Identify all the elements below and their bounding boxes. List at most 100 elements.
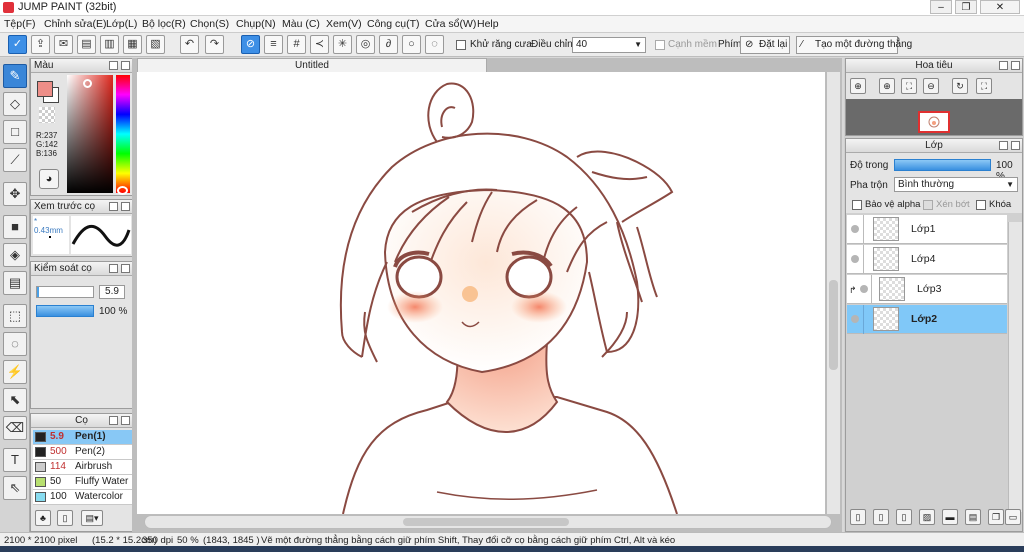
operation-tool-icon[interactable]: ⇖ [3, 476, 27, 500]
maximize-button[interactable]: ❐ [955, 0, 977, 14]
layer-item-3[interactable]: ↱ Lớp3 [847, 275, 1007, 304]
reset-view-icon[interactable]: ⛶ [976, 78, 992, 94]
hue-slider[interactable] [116, 75, 130, 193]
panel-float-icon[interactable] [109, 264, 118, 273]
comment-icon[interactable]: ✉ [54, 35, 73, 54]
undo-icon[interactable]: ↶ [180, 35, 199, 54]
gradient-tool-icon[interactable]: ▤ [3, 271, 27, 295]
move-tool-icon[interactable]: ✥ [3, 182, 27, 206]
rotate-icon[interactable]: ↻ [952, 78, 968, 94]
vertical-scrollbar[interactable] [826, 72, 840, 514]
new-vector-layer-icon[interactable]: ▯ [873, 509, 889, 525]
select-lasso-icon[interactable]: ◌ [3, 332, 27, 356]
eye-icon[interactable] [851, 315, 859, 323]
brush-item-pen1[interactable]: 5.9 Pen(1) [33, 430, 148, 445]
snap-parallel-icon[interactable]: ≡ [264, 35, 283, 54]
blend-select[interactable]: Bình thường ▼ [894, 177, 1018, 192]
snap-perspective-icon[interactable]: ≺ [310, 35, 329, 54]
shape-tool-icon[interactable]: □ [3, 120, 27, 144]
menu-window[interactable]: Cửa sổ(W) [425, 18, 476, 30]
navigator-viewport[interactable] [918, 111, 950, 133]
brush-item-airbrush[interactable]: 114 Airbrush [33, 460, 148, 475]
layer-item-1[interactable]: Lớp1 [847, 215, 1007, 244]
menu-color[interactable]: Màu (C) [282, 18, 320, 30]
menu-help[interactable]: Help [477, 18, 499, 30]
check-icon[interactable]: ✓ [8, 35, 27, 54]
redo-icon[interactable]: ↷ [205, 35, 224, 54]
size-slider[interactable] [36, 286, 94, 298]
eraser-tool-icon[interactable]: ◇ [3, 92, 27, 116]
zoom-in-icon[interactable]: ⊕ [879, 78, 895, 94]
brush-menu-icon[interactable]: ▤▾ [81, 510, 103, 526]
panel-float-icon[interactable] [109, 202, 118, 211]
foreground-color-swatch[interactable] [37, 81, 53, 97]
menu-view[interactable]: Xem(V) [326, 18, 362, 30]
alpha-protect-checkbox[interactable] [852, 200, 862, 210]
brush-item-pen2[interactable]: 500 Pen(2) [33, 445, 148, 460]
new-tone-layer-icon[interactable]: ▨ [919, 509, 935, 525]
zoom-in-small-icon[interactable]: ⊕ [850, 78, 866, 94]
panel-close-icon[interactable] [121, 416, 130, 425]
saturation-value-field[interactable] [67, 75, 113, 193]
document-icon[interactable]: ▥ [100, 35, 119, 54]
eye-icon[interactable] [851, 225, 859, 233]
opacity-slider[interactable] [36, 305, 94, 317]
vertical-scroll-thumb[interactable] [829, 280, 838, 370]
layer-item-2[interactable]: Lớp2 [847, 305, 1007, 334]
brush-tool-icon[interactable]: ✎ [3, 64, 27, 88]
canvas-tab[interactable]: Untitled [137, 58, 487, 72]
text-tool-icon[interactable]: T [3, 448, 27, 472]
panel-float-icon[interactable] [999, 61, 1008, 70]
soft-edge-checkbox[interactable] [655, 40, 665, 50]
grid-icon[interactable]: ▧ [146, 35, 165, 54]
horizontal-scroll-thumb[interactable] [403, 518, 569, 526]
menu-select[interactable]: Chọn(S) [190, 18, 229, 30]
palette-icon[interactable]: ◕ [39, 169, 59, 189]
snap-off-icon[interactable]: ⊘ [241, 35, 260, 54]
delete-layer-icon[interactable]: ▭ [1005, 509, 1021, 525]
select-eraser-icon[interactable]: ⌫ [3, 416, 27, 440]
snap-curve-icon[interactable]: ∂ [379, 35, 398, 54]
reset-button[interactable]: ⊘ Đặt lại [740, 36, 790, 54]
make-line-button[interactable]: ⁄ Tạo một đường thẳng [796, 36, 912, 54]
layout-icon[interactable]: ▦ [123, 35, 142, 54]
drawing-canvas[interactable] [137, 72, 825, 514]
transparent-swatch[interactable] [39, 107, 55, 123]
navigator-preview[interactable] [846, 99, 1022, 135]
menu-tools[interactable]: Công cụ(T) [367, 18, 420, 30]
panel-float-icon[interactable] [109, 61, 118, 70]
lock-checkbox[interactable] [976, 200, 986, 210]
select-pen-icon[interactable]: ⬉ [3, 388, 27, 412]
minimize-button[interactable]: – [930, 0, 952, 14]
line-tool-icon[interactable]: ⟋ [3, 148, 27, 172]
layer-scrollbar[interactable] [1008, 222, 1022, 512]
select-rect-icon[interactable]: ⬚ [3, 304, 27, 328]
magic-wand-icon[interactable]: ⚡ [3, 360, 27, 384]
horizontal-scrollbar[interactable] [144, 515, 832, 529]
panel-close-icon[interactable] [121, 61, 130, 70]
duplicate-layer-icon[interactable]: ❐ [988, 509, 1004, 525]
panel-close-icon[interactable] [1011, 141, 1020, 150]
message-icon[interactable]: ▤ [77, 35, 96, 54]
new-folder-icon[interactable]: ▬ [942, 509, 958, 525]
fill-rect-tool-icon[interactable]: ■ [3, 215, 27, 239]
snap-ellipse-icon[interactable]: ○ [402, 35, 421, 54]
fit-screen-icon[interactable]: ⛶ [901, 78, 917, 94]
snap-radial-icon[interactable]: ✳ [333, 35, 352, 54]
panel-float-icon[interactable] [999, 141, 1008, 150]
snap-circle-icon[interactable]: ◎ [356, 35, 375, 54]
menu-edit[interactable]: Chỉnh sửa(E) [44, 18, 106, 30]
menu-snap[interactable]: Chụp(N) [236, 18, 276, 30]
eye-icon[interactable] [851, 255, 859, 263]
export-icon[interactable]: ⇪ [31, 35, 50, 54]
menu-filter[interactable]: Bộ lọc(R) [142, 18, 186, 30]
brush-new-icon[interactable]: ▯ [57, 510, 73, 526]
brush-item-watercolor[interactable]: 100 Watercolor [33, 490, 148, 505]
brush-item-fluffy-water[interactable]: 50 Fluffy Water [33, 475, 148, 490]
brush-add-icon[interactable]: ♣ [35, 510, 51, 526]
panel-float-icon[interactable] [109, 416, 118, 425]
clip-checkbox[interactable] [923, 200, 933, 210]
layer-item-4[interactable]: Lớp4 [847, 245, 1007, 274]
bucket-tool-icon[interactable]: ◈ [3, 243, 27, 267]
adjust-select[interactable]: 40 ▼ [572, 37, 646, 53]
